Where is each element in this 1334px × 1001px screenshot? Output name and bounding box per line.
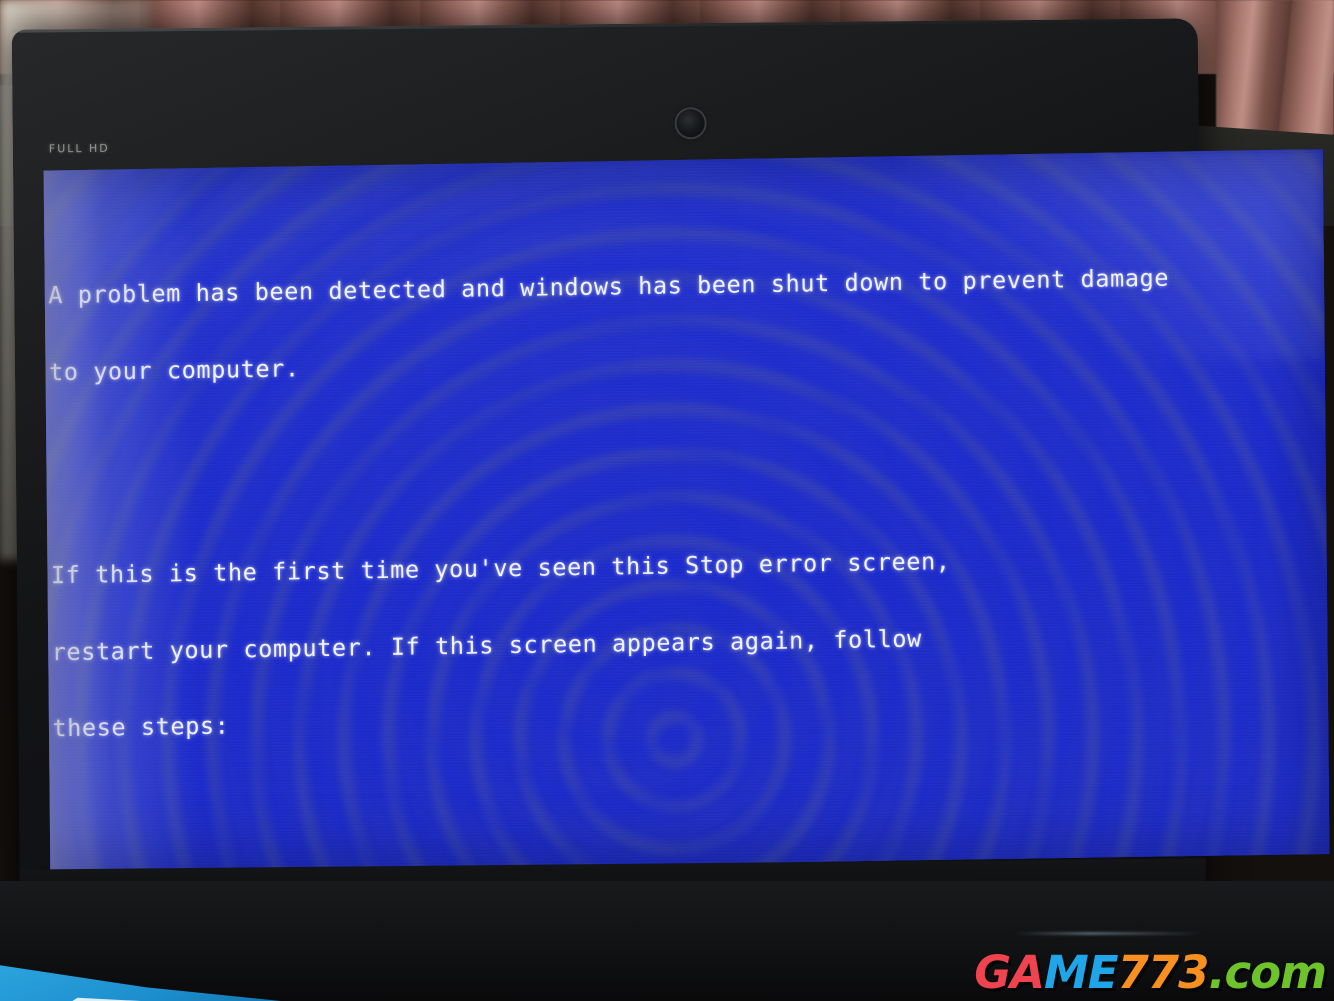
watermark-part: A — [1010, 946, 1045, 999]
desk-highlight-streak — [1014, 932, 1204, 935]
watermark-part: E — [1087, 946, 1119, 999]
full-hd-sticker: FULL HD — [48, 141, 110, 156]
laptop-screen: A problem has been detected and windows … — [41, 149, 1330, 873]
site-watermark: GAME773.com — [974, 950, 1327, 995]
laptop-lid: FULL HD A problem has been detected and … — [11, 18, 1207, 930]
watermark-part: .com — [1208, 946, 1327, 999]
photo-scene: FULL HD A problem has been detected and … — [0, 0, 1334, 1001]
laptop-top-bezel — [12, 18, 1199, 147]
webcam-icon — [676, 109, 705, 138]
watermark-part: 773 — [1117, 946, 1209, 999]
screen-vignette — [41, 149, 1330, 873]
watermark-part: G — [974, 946, 1011, 999]
watermark-part: M — [1043, 946, 1089, 999]
